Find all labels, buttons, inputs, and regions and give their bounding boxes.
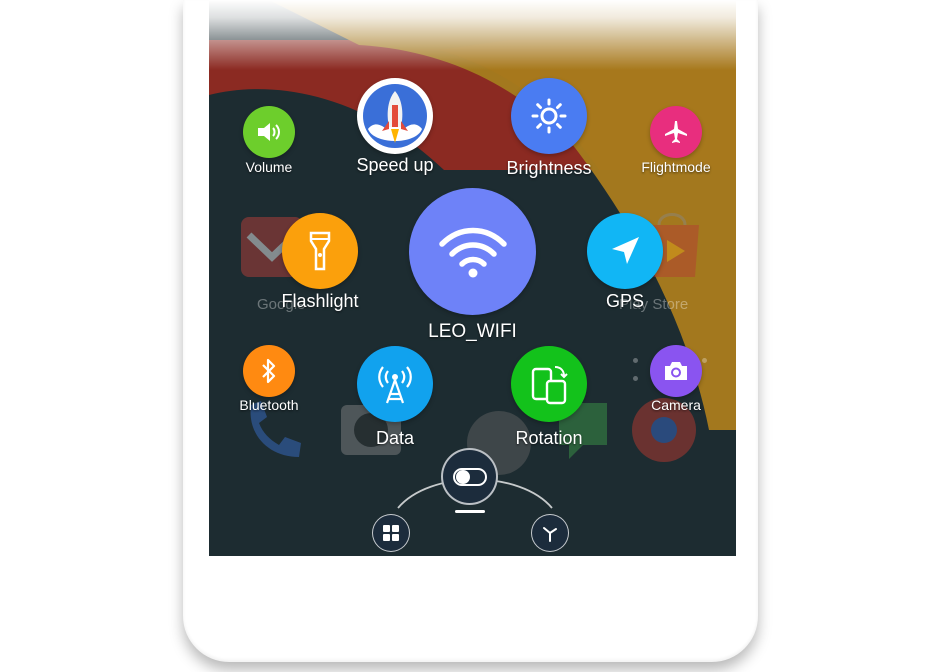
volume-icon <box>258 123 280 141</box>
toggle-label: Flightmode <box>641 159 711 175</box>
toggle-rotation[interactable]: Rotation <box>511 346 587 448</box>
top-fade <box>209 0 736 70</box>
toggle-label: GPS <box>605 291 645 311</box>
toggle-leo-wifi[interactable]: LEO_WIFI <box>409 188 536 342</box>
cell-tower-icon <box>378 366 412 404</box>
speed-up-toggle-circle[interactable] <box>357 78 433 154</box>
toggle-flashlight[interactable]: Flashlight <box>281 213 359 311</box>
flashlight-toggle-circle[interactable] <box>282 213 358 289</box>
toggle-bluetooth[interactable]: Bluetooth <box>239 345 299 413</box>
dock-button-apps[interactable] <box>372 514 410 552</box>
wifi-icon <box>438 227 507 277</box>
wifi-toggle-circle[interactable] <box>409 188 536 315</box>
toggle-data[interactable]: Data <box>357 346 433 448</box>
phone-rotate-icon <box>531 366 568 405</box>
flashlight-icon <box>309 231 331 271</box>
toggle-switch-icon <box>452 467 487 486</box>
sun-icon <box>531 98 567 134</box>
data-toggle-circle[interactable] <box>357 346 433 422</box>
toggle-brightness[interactable]: Brightness <box>506 78 592 178</box>
toggle-label: Brightness <box>506 158 592 178</box>
flightmode-toggle-circle[interactable] <box>650 106 702 158</box>
toggle-label: Speed up <box>356 155 434 175</box>
active-indicator <box>455 510 485 513</box>
bluetooth-toggle-circle[interactable] <box>243 345 295 397</box>
bluetooth-icon <box>262 358 276 384</box>
toggle-label: LEO_WIFI <box>428 321 517 342</box>
dock-button-clock[interactable] <box>531 514 569 552</box>
toggle-volume[interactable]: Volume <box>243 106 295 175</box>
toggle-label: Bluetooth <box>239 397 299 413</box>
rocket-icon <box>363 84 427 148</box>
apps-grid-icon <box>383 525 399 541</box>
airplane-icon <box>665 121 687 143</box>
brightness-toggle-circle[interactable] <box>511 78 587 154</box>
camera-toggle-circle[interactable] <box>650 345 702 397</box>
rotation-toggle-circle[interactable] <box>511 346 587 422</box>
toggle-speed-up[interactable]: Speed up <box>356 78 434 175</box>
toggle-flightmode[interactable]: Flightmode <box>641 106 711 175</box>
gps-toggle-circle[interactable] <box>587 213 663 289</box>
navigation-arrow-icon <box>612 237 639 264</box>
camera-icon <box>665 362 687 380</box>
toggle-camera[interactable]: Camera <box>650 345 702 413</box>
dock-button-toggles[interactable] <box>441 448 498 505</box>
volume-toggle-circle[interactable] <box>243 106 295 158</box>
toggle-gps[interactable]: GPS <box>587 213 663 311</box>
toggle-label: Volume <box>245 159 293 175</box>
toggle-label: Flashlight <box>281 291 359 311</box>
toggle-label: Camera <box>651 397 701 413</box>
clock-icon <box>543 527 557 542</box>
